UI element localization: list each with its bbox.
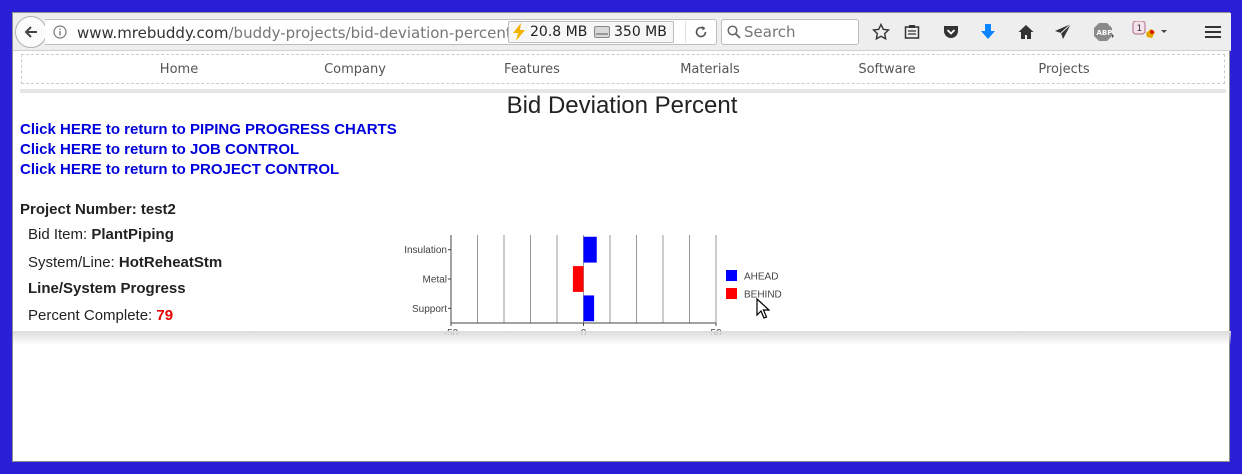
nav-materials[interactable]: Materials [680, 62, 740, 77]
memory-used: 20.8 MB [530, 24, 588, 40]
y-tick-label: Metal [423, 275, 447, 286]
reload-icon [695, 26, 706, 38]
nav-projects[interactable]: Projects [1038, 62, 1089, 77]
search-icon [727, 25, 741, 39]
search-input[interactable] [744, 23, 854, 41]
reload-button[interactable] [685, 21, 715, 43]
svg-text:ABP: ABP [1097, 29, 1113, 37]
nav-software[interactable]: Software [858, 62, 915, 77]
reading-list-icon[interactable] [902, 22, 922, 42]
disk-used: 350 MB [614, 24, 667, 40]
legend-label-ahead: AHEAD [744, 272, 778, 283]
system-line-value: HotReheatStm [118, 254, 223, 271]
page-title: Bid Deviation Percent [506, 92, 738, 119]
nav-home[interactable]: Home [160, 62, 198, 77]
url-path: /buddy-projects/bid-deviation-percent [228, 24, 512, 42]
bookmark-star-icon[interactable] [871, 22, 891, 42]
menu-hamburger-icon[interactable] [1203, 22, 1223, 42]
line-system-progress: Line/System Progress [28, 280, 186, 297]
back-button[interactable] [15, 16, 47, 48]
browser-toolbar: www.mrebuddy.com/buddy-projects/bid-devi… [13, 13, 1231, 51]
bar-ahead-support [583, 295, 595, 322]
nav-company[interactable]: Company [324, 62, 386, 77]
bid-deviation-chart: InsulationMetalSupport-50050 AHEADBEHIND [404, 235, 782, 335]
bid-item-value: PlantPiping [91, 226, 174, 243]
notification-badge: 1 [1137, 24, 1143, 34]
mouse-cursor-icon [756, 298, 770, 319]
disk-drive-icon [594, 26, 610, 38]
link-job-control[interactable]: Click HERE to return to JOB CONTROL [20, 141, 299, 158]
send-tab-icon[interactable] [1053, 22, 1073, 42]
project-number: Project Number: test2 [20, 201, 176, 218]
bar-behind-metal [572, 266, 584, 292]
y-tick-label: Insulation [404, 245, 447, 256]
site-navigation: Home Company Features Materials Software… [21, 54, 1225, 84]
search-box[interactable] [721, 19, 859, 45]
nav-features[interactable]: Features [504, 62, 560, 77]
info-icon[interactable] [53, 25, 67, 39]
url-bar[interactable]: www.mrebuddy.com/buddy-projects/bid-devi… [45, 19, 717, 45]
legend-swatch-behind [726, 288, 737, 299]
lightning-icon [513, 23, 525, 41]
link-project-control[interactable]: Click HERE to return to PROJECT CONTROL [20, 161, 339, 178]
download-icon[interactable] [978, 22, 998, 42]
adblock-icon[interactable]: ABP [1091, 22, 1117, 42]
percent-complete-value: 79 [156, 307, 174, 324]
bid-item: Bid Item: PlantPiping [28, 226, 174, 243]
browser-window: www.mrebuddy.com/buddy-projects/bid-devi… [12, 12, 1231, 462]
back-arrow-icon [24, 26, 37, 38]
legend-swatch-ahead [726, 270, 737, 281]
system-line: System/Line: HotReheatStm [28, 254, 222, 271]
link-piping-progress-charts[interactable]: Click HERE to return to PIPING PROGRESS … [20, 121, 397, 138]
percent-complete: Percent Complete: 79 [28, 307, 173, 324]
url-text[interactable]: www.mrebuddy.com/buddy-projects/bid-devi… [77, 24, 512, 42]
pocket-icon[interactable] [941, 22, 961, 42]
bar-ahead-insulation [583, 236, 597, 263]
home-icon[interactable] [1016, 22, 1036, 42]
url-host: www.mrebuddy.com [77, 24, 229, 42]
y-tick-label: Support [412, 304, 447, 315]
extension-icon[interactable]: 1 [1130, 21, 1170, 42]
system-line-label: System/Line: [28, 254, 119, 271]
memory-indicator[interactable]: 20.8 MB 350 MB [508, 21, 674, 43]
bid-item-label: Bid Item: [28, 226, 92, 243]
percent-complete-label: Percent Complete: [28, 307, 157, 324]
content-bottom-shadow [13, 331, 1231, 345]
